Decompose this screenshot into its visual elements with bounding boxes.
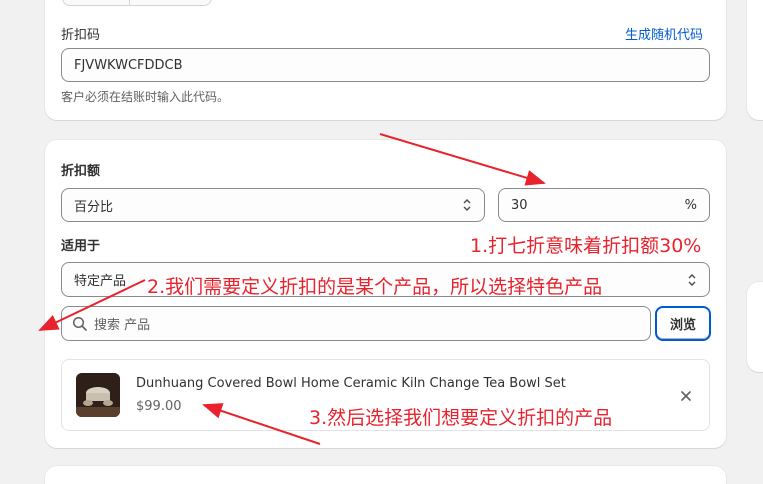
annotation-note-1: 1.打七折意味着折扣额30% — [470, 235, 702, 257]
segment-divider — [129, 0, 130, 5]
discount-value-label: 折扣额 — [61, 164, 101, 179]
discount-type-select[interactable]: 百分比 — [61, 188, 485, 222]
method-segmented-control[interactable] — [62, 0, 212, 6]
summary-card-partial — [747, 0, 763, 120]
discount-code-label: 折扣码 — [61, 28, 101, 43]
product-title[interactable]: Dunhuang Covered Bowl Home Ceramic Kiln … — [136, 376, 566, 391]
discount-amount-input[interactable]: 30 % — [498, 188, 710, 222]
close-icon — [681, 391, 691, 401]
discount-editor-page: 折扣码 生成随机代码 FJVWKWCFDDCB 客户必须在结账时输入此代码。 折… — [0, 0, 763, 484]
next-section-card-partial — [45, 466, 726, 484]
annotation-note-2: 2.我们需要定义折扣的是某个产品，所以选择特色产品 — [147, 276, 603, 298]
discount-amount-value: 30 — [511, 197, 528, 213]
chevron-updown-icon — [687, 273, 697, 287]
discount-type-value: 百分比 — [74, 199, 114, 215]
annotation-note-3: 3.然后选择我们想要定义折扣的产品 — [309, 407, 613, 429]
product-price: $99.00 — [136, 399, 182, 414]
discount-code-help: 客户必须在结账时输入此代码。 — [61, 90, 230, 104]
discount-code-value: FJVWKWCFDDCB — [74, 57, 183, 73]
product-search-input[interactable]: 搜索 产品 — [61, 306, 651, 341]
percent-suffix: % — [684, 197, 697, 213]
applies-to-label: 适用于 — [61, 239, 101, 254]
remove-product-button[interactable] — [676, 386, 696, 406]
search-placeholder: 搜索 产品 — [94, 318, 151, 333]
generate-code-link[interactable]: 生成随机代码 — [625, 24, 703, 43]
product-thumbnail — [76, 373, 120, 417]
chevron-updown-icon — [462, 198, 472, 212]
browse-button[interactable]: 浏览 — [655, 306, 711, 341]
discount-code-input[interactable]: FJVWKWCFDDCB — [61, 48, 710, 82]
search-icon — [72, 316, 88, 332]
side-card-partial — [747, 282, 763, 372]
